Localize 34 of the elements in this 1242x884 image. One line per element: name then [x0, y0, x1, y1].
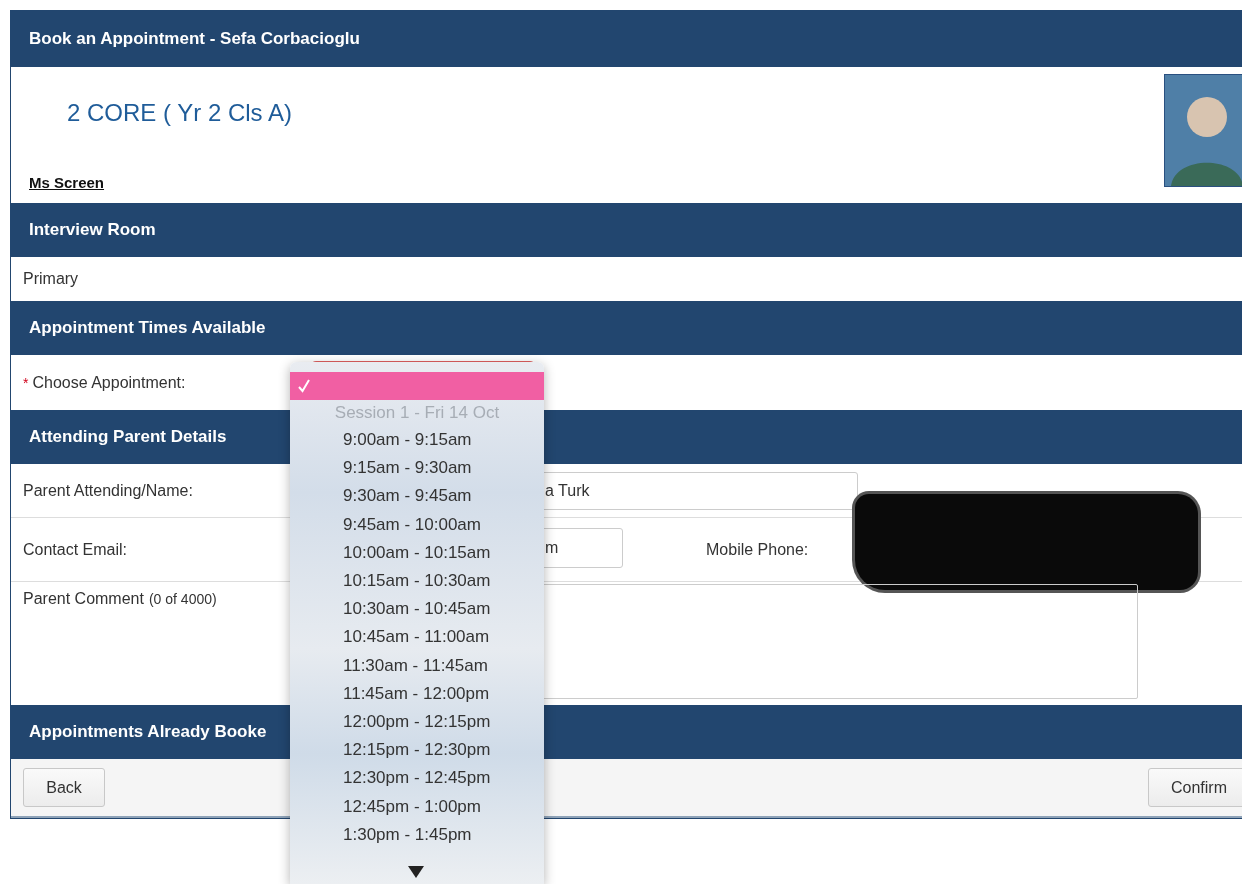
checkmark-icon	[298, 379, 310, 393]
dropdown-option[interactable]: 9:00am - 9:15am	[290, 426, 544, 455]
dropdown-option[interactable]: 11:45am - 12:00pm	[290, 679, 544, 708]
dropdown-option[interactable]: 10:30am - 10:45am	[290, 595, 544, 624]
section-heading: Attending Parent Details	[29, 427, 227, 447]
dropdown-option[interactable]: 10:45am - 11:00am	[290, 623, 544, 652]
field-label: Parent Comment	[23, 590, 144, 607]
field-label: Mobile Phone:	[706, 540, 809, 559]
dropdown-option[interactable]: 12:45pm - 1:00pm	[290, 792, 544, 821]
section-heading: Interview Room	[29, 220, 156, 240]
character-count: (0 of 4000)	[148, 591, 217, 607]
option-group-label: Session 1 - Fri 14 Oct	[333, 402, 501, 424]
class-title: 2 CORE ( Yr 2 Cls A)	[67, 99, 293, 127]
dropdown-option[interactable]: 10:00am - 10:15am	[290, 538, 544, 567]
confirm-button[interactable]: Confirm	[1148, 768, 1242, 807]
scroll-down-arrow-icon[interactable]	[408, 866, 424, 878]
dropdown-option[interactable]: 11:30am - 11:45am	[290, 651, 544, 680]
field-label: Choose Appointment:	[32, 373, 186, 392]
teacher-link[interactable]: Ms Screen	[29, 174, 1242, 191]
back-button[interactable]: Back	[23, 768, 105, 807]
section-heading: Appointment Times Available	[29, 318, 266, 338]
dropdown-option[interactable]: 12:30pm - 12:45pm	[290, 764, 544, 793]
window-title: Book an Appointment - Sefa Corbacioglu	[29, 29, 360, 49]
section-heading: Appointments Already Booke	[29, 722, 267, 742]
appointment-dropdown-menu[interactable]	[290, 362, 544, 884]
field-label: Contact Email:	[23, 540, 128, 559]
dropdown-option[interactable]: 1:30pm - 1:45pm	[290, 820, 544, 849]
dropdown-option[interactable]: 10:15am - 10:30am	[290, 566, 544, 596]
dropdown-option[interactable]: 12:15pm - 12:30pm	[290, 736, 544, 765]
field-label: Parent Attending/Name:	[23, 481, 193, 500]
dropdown-option[interactable]: 9:45am - 10:00am	[290, 510, 544, 539]
dropdown-option[interactable]: 12:00pm - 12:15pm	[290, 707, 544, 737]
room-value: Primary	[23, 270, 79, 288]
required-mark: *	[23, 374, 29, 391]
